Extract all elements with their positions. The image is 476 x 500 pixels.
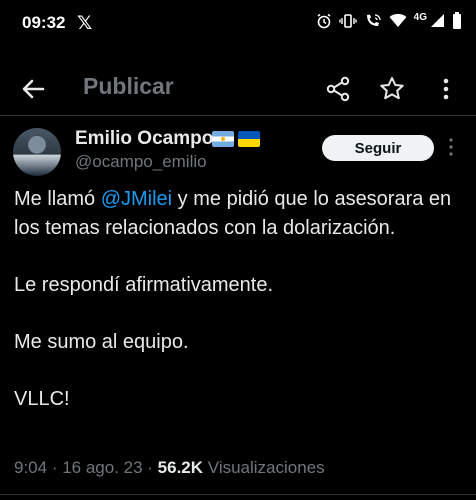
tweet-more-icon[interactable]: [447, 137, 455, 157]
status-icons: 4G: [316, 12, 462, 29]
tweet-paragraph-4: VLLC!: [14, 387, 70, 410]
tweet-time: 9:04: [14, 458, 48, 477]
views-count: 56.2K: [157, 458, 204, 477]
tweet-paragraph-2: Le respondí afirmativamente.: [14, 273, 274, 296]
app-bar: Publicar: [0, 60, 476, 116]
follow-button[interactable]: Seguir: [322, 135, 434, 161]
mention-link[interactable]: @JMilei: [101, 188, 172, 210]
alarm-icon: [317, 13, 331, 28]
star-icon[interactable]: [377, 74, 407, 104]
more-vert-icon[interactable]: [431, 74, 461, 104]
status-time: 09:32: [22, 13, 66, 32]
wifi-call-icon: [366, 13, 381, 26]
divider: [0, 115, 476, 116]
battery-icon: [453, 12, 461, 29]
page-title: Publicar: [83, 73, 174, 99]
views-label[interactable]: Visualizaciones: [208, 458, 325, 477]
tweet-meta: 9:04 · 16 ago. 23 · 56.2K Visualizacione…: [14, 458, 325, 477]
ukraine-flag-icon: [238, 131, 260, 147]
author-name[interactable]: Emilio Ocampo: [75, 128, 213, 150]
author-handle[interactable]: @ocampo_emilio: [75, 152, 207, 172]
network-type: 4G: [413, 12, 427, 23]
tweet-paragraph-3: Me sumo al equipo.: [14, 330, 189, 353]
avatar[interactable]: [13, 128, 61, 176]
status-bar: 09:32 𝕏 4G: [0, 0, 476, 48]
divider: [0, 494, 476, 495]
wifi-icon: [389, 13, 407, 27]
author-flags: [212, 131, 260, 147]
vibrate-icon: [338, 13, 357, 28]
tweet-paragraph-1: Me llamó @JMilei y me pidió que lo aseso…: [14, 188, 452, 239]
tweet-text: Me llamó @JMilei y me pidió que lo aseso…: [14, 185, 464, 413]
x-logo-icon: 𝕏: [77, 13, 93, 34]
tweet-date: 16 ago. 23: [62, 458, 143, 477]
share-icon[interactable]: [323, 74, 353, 104]
signal-icon: [431, 14, 444, 27]
back-arrow-icon[interactable]: [18, 74, 48, 104]
argentina-flag-icon: [212, 131, 234, 147]
